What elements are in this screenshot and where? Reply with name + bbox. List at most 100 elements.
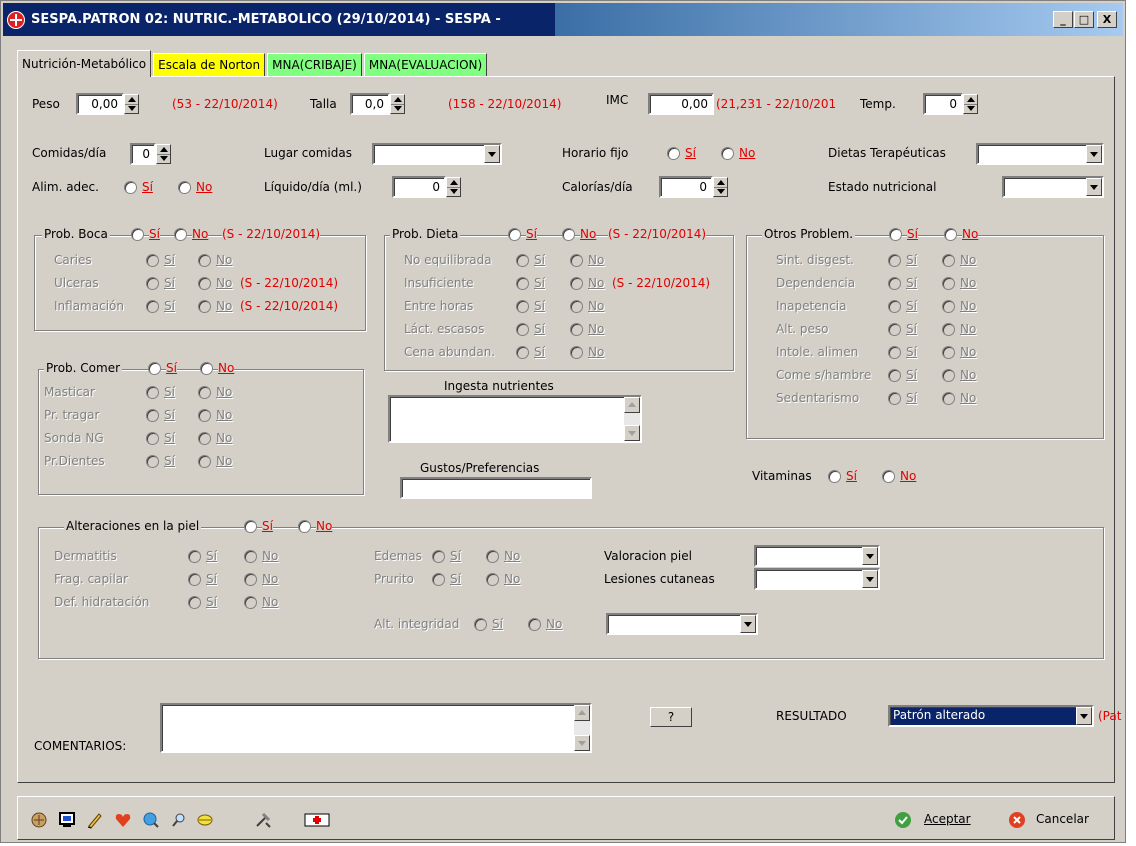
vitaminas-no-radio[interactable] (882, 470, 895, 483)
otros-item-si-radio[interactable] (888, 254, 901, 267)
chevron-down-icon[interactable] (1086, 145, 1102, 163)
dieta-item-si-radio[interactable] (516, 323, 529, 336)
gustos-input[interactable] (400, 477, 592, 499)
dietas-select[interactable] (976, 143, 1104, 165)
otros-item-no-radio[interactable] (942, 369, 955, 382)
boca-item-si-radio[interactable] (146, 277, 159, 290)
prurito-si-radio[interactable] (432, 573, 445, 586)
boca-item-si-radio[interactable] (146, 254, 159, 267)
scroll-down-icon[interactable] (574, 735, 590, 751)
horario-no-radio[interactable] (721, 147, 734, 160)
comer-item-no-radio[interactable] (198, 409, 211, 422)
dieta-item-si-radio[interactable] (516, 254, 529, 267)
close-button[interactable]: X (1097, 11, 1117, 28)
chevron-down-icon[interactable] (484, 145, 500, 163)
dieta-item-si-radio[interactable] (516, 277, 529, 290)
ingesta-scrollbar[interactable] (624, 397, 640, 441)
comer-item-no-radio[interactable] (198, 455, 211, 468)
otros-item-no-radio[interactable] (942, 277, 955, 290)
tab-mna-evaluacion[interactable]: MNA(EVALUACION) (363, 53, 488, 77)
scroll-up-icon[interactable] (624, 397, 640, 413)
tab-nutricion-metabolico[interactable]: Nutrición-Metabólico (17, 50, 152, 77)
monitor-icon[interactable] (58, 811, 76, 829)
comidas-input[interactable]: 0 (130, 143, 156, 165)
shell-icon[interactable] (30, 811, 48, 829)
liquido-spinner[interactable] (446, 177, 461, 197)
tab-escala-norton[interactable]: Escala de Norton (153, 53, 266, 77)
first-aid-icon[interactable] (304, 811, 330, 829)
dieta-no-radio[interactable] (562, 228, 575, 241)
chevron-down-icon[interactable] (862, 547, 878, 565)
otros-item-si-radio[interactable] (888, 323, 901, 336)
pill-icon[interactable] (196, 811, 214, 829)
otros-item-no-radio[interactable] (942, 254, 955, 267)
calorias-spinner[interactable] (713, 177, 728, 197)
dieta-item-si-radio[interactable] (516, 300, 529, 313)
comer-item-si-radio[interactable] (146, 432, 159, 445)
liquido-input[interactable]: 0 (392, 176, 446, 198)
otros-item-no-radio[interactable] (942, 346, 955, 359)
dieta-item-no-radio[interactable] (570, 277, 583, 290)
comer-item-si-radio[interactable] (146, 409, 159, 422)
temp-spinner[interactable] (963, 94, 978, 114)
comer-item-si-radio[interactable] (146, 455, 159, 468)
dieta-item-si-radio[interactable] (516, 346, 529, 359)
dieta-si-radio[interactable] (508, 228, 521, 241)
otros-item-si-radio[interactable] (888, 346, 901, 359)
magnifier-icon[interactable] (170, 811, 188, 829)
dieta-item-no-radio[interactable] (570, 300, 583, 313)
globe-search-icon[interactable] (142, 811, 160, 829)
integridad-no-radio[interactable] (528, 618, 541, 631)
estado-select[interactable] (1002, 176, 1104, 198)
check-icon[interactable] (894, 811, 912, 829)
calorias-input[interactable]: 0 (659, 176, 713, 198)
integridad-si-radio[interactable] (474, 618, 487, 631)
boca-no-radio[interactable] (174, 228, 187, 241)
comer-item-no-radio[interactable] (198, 432, 211, 445)
minimize-button[interactable]: _ (1053, 11, 1073, 28)
piel-si-radio[interactable] (244, 520, 257, 533)
cancelar-button[interactable]: Cancelar (1036, 812, 1089, 826)
prurito-no-radio[interactable] (486, 573, 499, 586)
aceptar-button[interactable]: Aceptar (924, 812, 971, 826)
resultado-select[interactable]: Patrón alterado (888, 705, 1094, 727)
boca-item-no-radio[interactable] (198, 254, 211, 267)
otros-item-si-radio[interactable] (888, 369, 901, 382)
otros-item-no-radio[interactable] (942, 300, 955, 313)
dieta-item-no-radio[interactable] (570, 346, 583, 359)
ingesta-textarea[interactable] (388, 395, 642, 443)
peso-input[interactable]: 0,00 (76, 93, 124, 115)
otros-item-no-radio[interactable] (942, 392, 955, 405)
piel-item-no-radio[interactable] (244, 550, 257, 563)
chevron-down-icon[interactable] (740, 615, 756, 633)
help-button[interactable]: ? (650, 707, 692, 727)
comidas-spinner[interactable] (156, 144, 171, 164)
dieta-item-no-radio[interactable] (570, 254, 583, 267)
scroll-down-icon[interactable] (624, 425, 640, 441)
imc-input[interactable]: 0,00 (648, 93, 714, 115)
dieta-item-no-radio[interactable] (570, 323, 583, 336)
boca-item-no-radio[interactable] (198, 277, 211, 290)
lesiones-select[interactable] (754, 568, 880, 590)
scroll-up-icon[interactable] (574, 705, 590, 721)
maximize-button[interactable]: □ (1074, 11, 1094, 28)
chevron-down-icon[interactable] (1086, 178, 1102, 196)
talla-input[interactable]: 0,0 (350, 93, 390, 115)
otros-item-no-radio[interactable] (942, 323, 955, 336)
comer-no-radio[interactable] (200, 362, 213, 375)
otros-item-si-radio[interactable] (888, 277, 901, 290)
chevron-down-icon[interactable] (1076, 707, 1092, 725)
piel-item-si-radio[interactable] (188, 573, 201, 586)
piel-item-no-radio[interactable] (244, 573, 257, 586)
pencil-icon[interactable] (86, 811, 104, 829)
boca-si-radio[interactable] (131, 228, 144, 241)
comer-si-radio[interactable] (148, 362, 161, 375)
horario-si-radio[interactable] (667, 147, 680, 160)
edemas-no-radio[interactable] (486, 550, 499, 563)
comer-item-no-radio[interactable] (198, 386, 211, 399)
piel-no-radio[interactable] (298, 520, 311, 533)
vitaminas-si-radio[interactable] (828, 470, 841, 483)
piel-item-si-radio[interactable] (188, 596, 201, 609)
integridad-select[interactable] (606, 613, 758, 635)
comer-item-si-radio[interactable] (146, 386, 159, 399)
